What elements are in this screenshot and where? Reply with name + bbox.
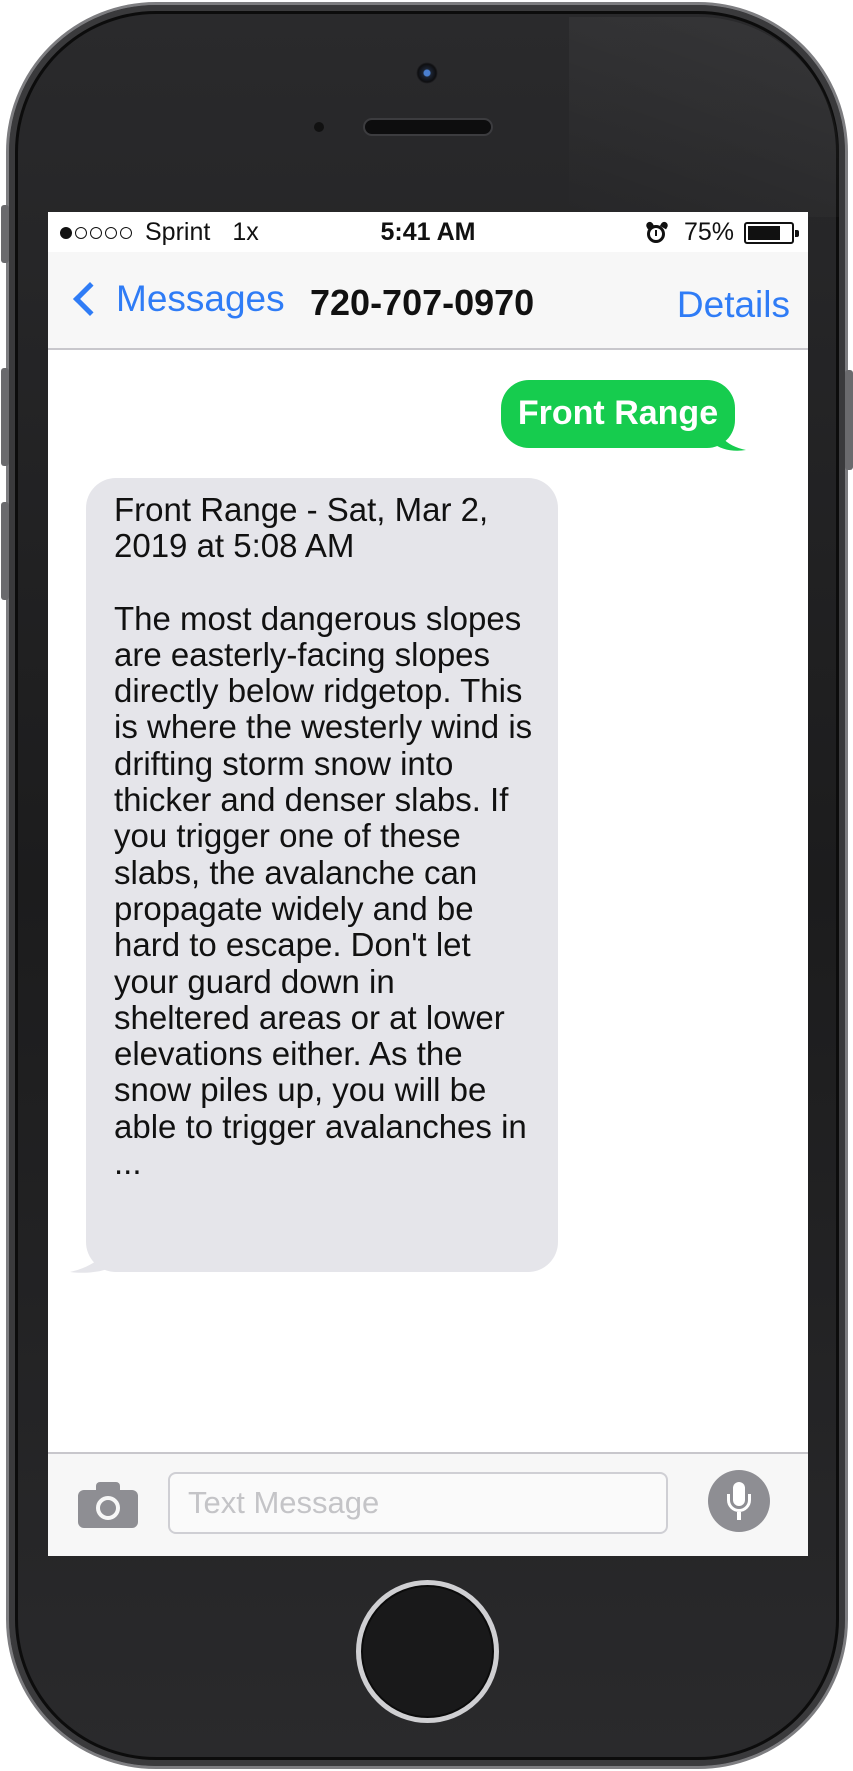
outgoing-message-bubble[interactable]: Front Range [501, 380, 735, 448]
chevron-left-icon [73, 282, 107, 316]
phone-glare [569, 17, 839, 217]
volume-down-button [1, 502, 9, 600]
alarm-clock-icon [644, 220, 669, 244]
outgoing-message-text: Front Range [517, 394, 719, 432]
battery-icon [744, 221, 799, 244]
home-button[interactable] [356, 1580, 499, 1723]
microphone-icon[interactable] [708, 1470, 770, 1532]
status-right: 75% [644, 218, 799, 247]
message-thread[interactable]: Front Range Front Range - Sat, Mar 2, 20… [48, 350, 808, 1422]
proximity-sensor [314, 122, 324, 132]
message-header: Front Range - Sat, Mar 2, 2019 at 5:08 A… [114, 491, 489, 565]
nav-bar: Messages 720-707-0970 Details [48, 252, 808, 350]
input-bar [48, 1452, 808, 1556]
earpiece-speaker [363, 118, 493, 136]
details-button[interactable]: Details [677, 284, 790, 326]
back-label: Messages [116, 278, 285, 319]
volume-up-button [1, 368, 9, 466]
screen: Sprint 1x 5:41 AM 75% Messages 720-707-0… [48, 212, 808, 1556]
conversation-title: 720-707-0970 [310, 282, 535, 323]
text-message-input[interactable] [168, 1472, 668, 1534]
power-button [845, 370, 853, 470]
mute-switch [1, 205, 9, 263]
camera-icon[interactable] [78, 1480, 140, 1528]
battery-percent: 75% [683, 218, 734, 246]
front-camera [416, 62, 438, 84]
incoming-message-bubble[interactable]: Front Range - Sat, Mar 2, 2019 at 5:08 A… [86, 478, 558, 1272]
message-body: The most dangerous slopes are easterly-f… [114, 599, 533, 1182]
battery-fill [748, 225, 780, 240]
status-bar: Sprint 1x 5:41 AM 75% [48, 212, 808, 252]
back-button[interactable]: Messages [66, 278, 285, 320]
